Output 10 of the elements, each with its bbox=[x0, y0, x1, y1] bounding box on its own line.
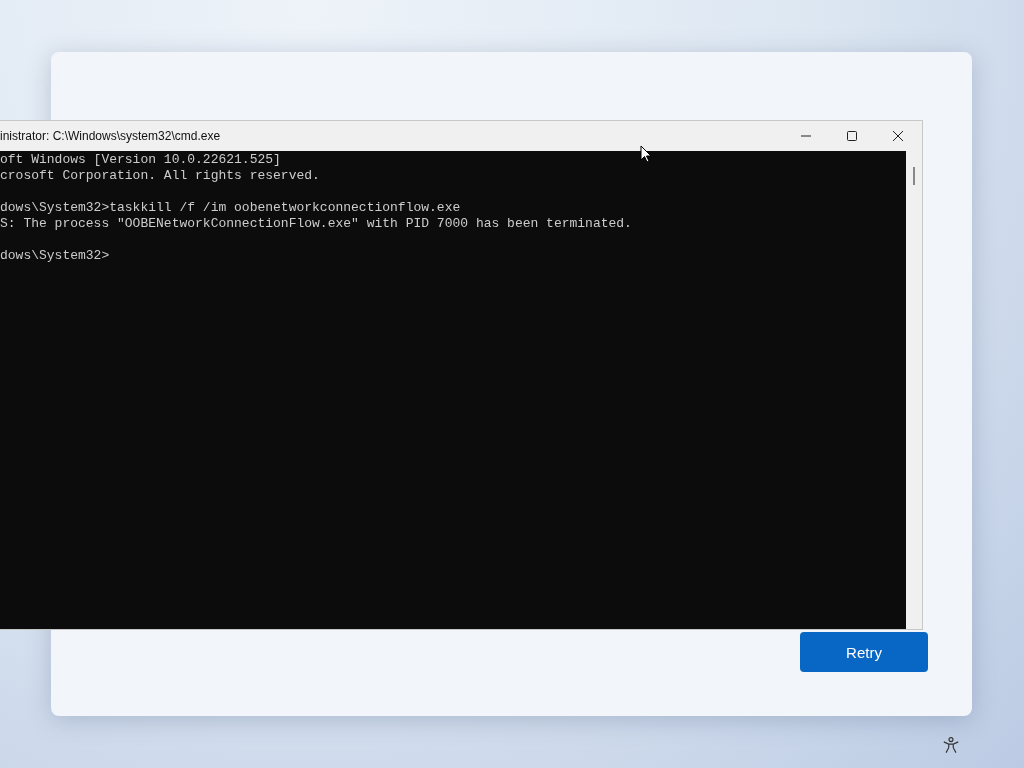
console-line: oft Windows [Version 10.0.22621.525] bbox=[0, 152, 281, 168]
window-title: inistrator: C:\Windows\system32\cmd.exe bbox=[0, 129, 221, 143]
console-line: S: The process "OOBENetworkConnectionFlow.exe" with PID 7000 has been terminated. bbox=[0, 216, 632, 232]
close-icon[interactable] bbox=[892, 130, 904, 142]
maximize-icon[interactable] bbox=[846, 130, 858, 142]
retry-button[interactable]: Retry bbox=[800, 632, 928, 672]
accessibility-icon[interactable] bbox=[942, 736, 960, 754]
console-line: dows\System32>taskkill /f /im oobenetworkconnectionflow.exe bbox=[0, 200, 461, 216]
console-line: crosoft Corporation. All rights reserved. bbox=[0, 168, 320, 184]
console-line: dows\System32> bbox=[0, 248, 110, 264]
